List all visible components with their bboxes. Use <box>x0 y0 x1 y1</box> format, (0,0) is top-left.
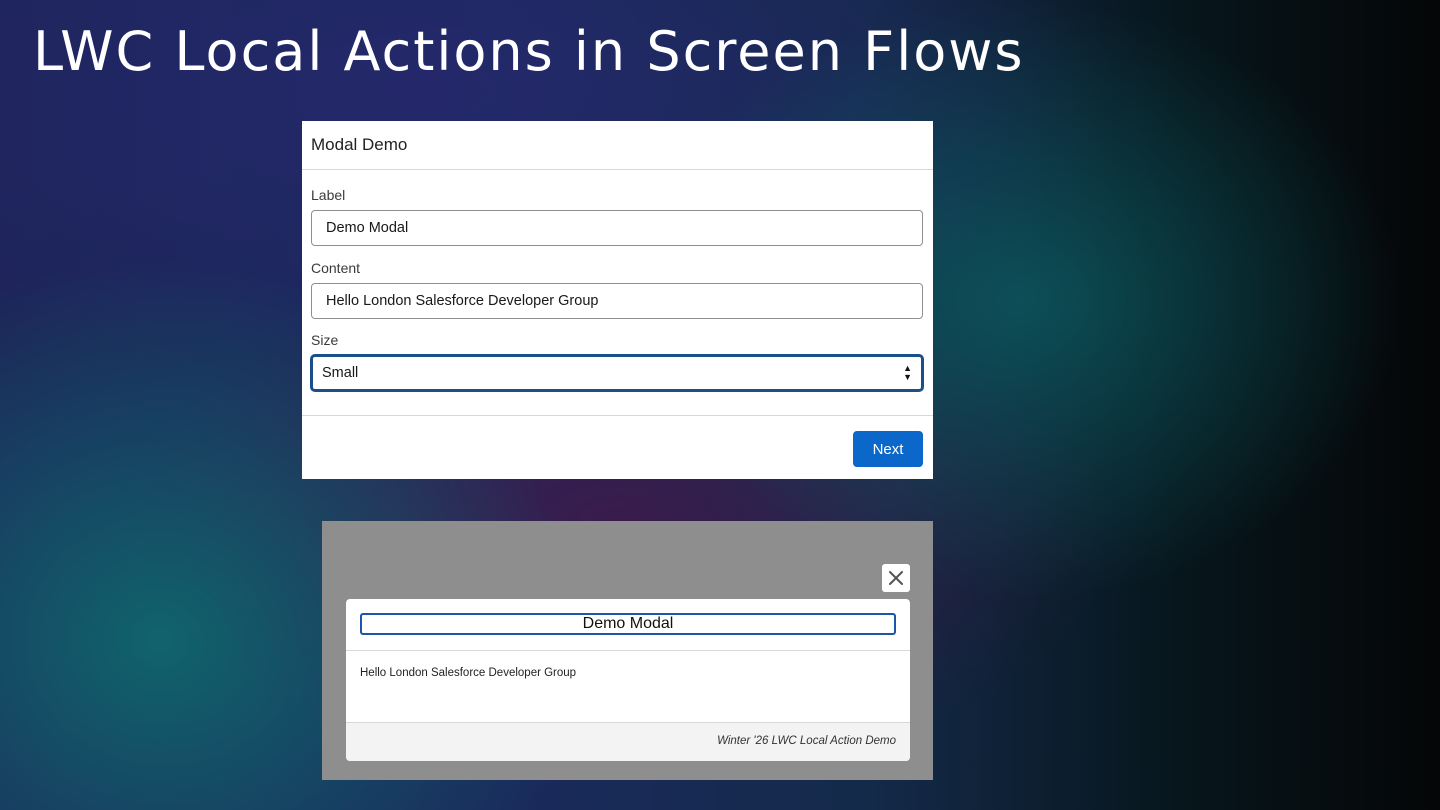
modal-footer: Winter '26 LWC Local Action Demo <box>346 722 910 761</box>
content-input[interactable]: Hello London Salesforce Developer Group <box>311 283 923 319</box>
content-field-group: Content Hello London Salesforce Develope… <box>311 260 923 319</box>
flow-screen-footer: Next <box>302 415 933 480</box>
label-input[interactable]: Demo Modal <box>311 210 923 246</box>
flow-screen-card: Modal Demo Label Demo Modal Content Hell… <box>302 121 933 479</box>
size-field-label: Size <box>311 332 339 348</box>
modal-dialog: Demo Modal Hello London Salesforce Devel… <box>346 599 910 761</box>
label-field-group: Label Demo Modal <box>311 187 923 246</box>
label-field-label: Label <box>311 187 346 203</box>
modal-body: Hello London Salesforce Developer Group <box>360 667 577 679</box>
modal-close-button[interactable] <box>882 564 910 592</box>
modal-backdrop: Demo Modal Hello London Salesforce Devel… <box>322 521 933 780</box>
size-select[interactable]: Small ▲ ▼ <box>311 355 923 391</box>
flow-screen-header: Modal Demo <box>302 121 933 170</box>
content-field-label: Content <box>311 260 361 276</box>
size-select-value: Small <box>322 365 359 381</box>
slide-title: LWC Local Actions in Screen Flows <box>33 20 1025 83</box>
modal-title: Demo Modal <box>360 613 896 635</box>
close-icon <box>889 571 903 585</box>
modal-header: Demo Modal <box>346 599 910 651</box>
select-arrows-icon: ▲ ▼ <box>903 363 912 382</box>
size-field-group: Size Small ▲ ▼ <box>311 332 923 391</box>
next-button[interactable]: Next <box>853 431 923 467</box>
